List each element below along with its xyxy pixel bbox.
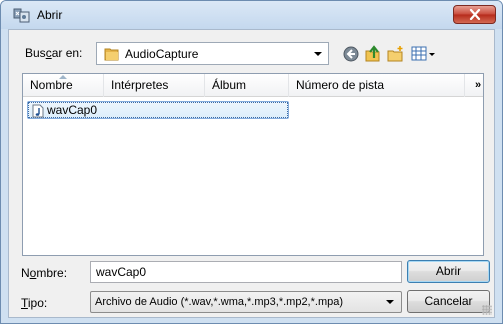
lookin-label: Buscar en: [25, 46, 83, 60]
filename-label: Nombre: [21, 266, 68, 280]
column-header: Nombre Intérpretes Álbum Número de pista… [23, 74, 483, 97]
chevron-down-icon [314, 52, 322, 56]
resize-grip[interactable] [482, 305, 492, 315]
new-folder-icon[interactable] [387, 45, 405, 63]
file-list[interactable]: Nombre Intérpretes Álbum Número de pista… [22, 73, 484, 256]
dialog-body: Buscar en: AudioCapture Nombre Intérpret… [8, 29, 495, 318]
audio-file-icon [32, 104, 44, 118]
sort-asc-icon [59, 75, 67, 79]
filename-input[interactable]: wavCap0 [90, 261, 402, 283]
chevron-down-icon [386, 300, 394, 304]
close-icon [469, 9, 481, 20]
filetype-value: Archivo de Audio (*.wav,*.wma,*.mp3,*.mp… [95, 296, 344, 308]
lookin-dropdown[interactable]: AudioCapture [96, 42, 329, 65]
filetype-label: Tipo: [21, 296, 48, 310]
more-columns-button[interactable]: » [475, 74, 481, 97]
file-name: wavCap0 [47, 103, 98, 117]
back-icon[interactable] [342, 45, 360, 63]
open-dialog: Abrir Buscar en: AudioCapture Nombre Int… [0, 0, 503, 324]
folder-icon [104, 48, 119, 61]
folder-up-icon[interactable] [364, 45, 382, 63]
filetype-select[interactable]: Archivo de Audio (*.wav,*.wma,*.mp3,*.mp… [90, 291, 402, 313]
lookin-value: AudioCapture [125, 47, 199, 61]
column-name[interactable]: Nombre [23, 74, 104, 97]
open-button[interactable]: Abrir [407, 260, 490, 283]
cancel-button[interactable]: Cancelar [407, 290, 490, 313]
window-title: Abrir [37, 8, 63, 22]
app-icon [13, 8, 30, 23]
column-album[interactable]: Álbum [205, 74, 289, 97]
list-item[interactable]: wavCap0 [27, 101, 289, 119]
column-track-number[interactable]: Número de pista [289, 74, 465, 97]
column-artist[interactable]: Intérpretes [104, 74, 205, 97]
close-button[interactable] [453, 5, 496, 24]
views-menu-icon[interactable] [411, 45, 437, 63]
title-bar[interactable]: Abrir [1, 1, 502, 29]
